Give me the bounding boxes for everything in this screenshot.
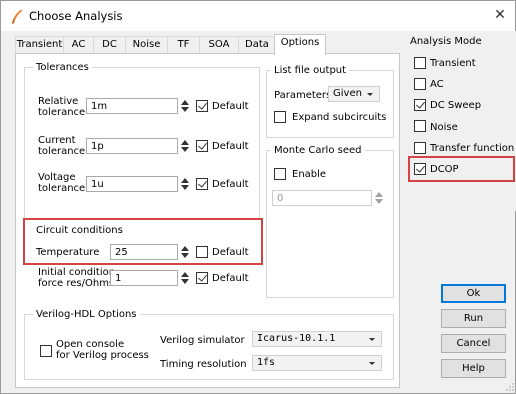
tab-soa[interactable]: SOA (199, 36, 239, 54)
monte-carlo-seed-title: Monte Carlo seed (271, 145, 365, 156)
timing-resolution-label: Timing resolution (160, 359, 247, 370)
open-console-label-line1: Open console (56, 339, 125, 350)
temperature-label: Temperature (36, 247, 100, 258)
chevron-down-icon (367, 93, 373, 96)
timing-resolution-value: 1fs (257, 357, 276, 368)
title-bar: Choose Analysis ✕ (1, 1, 515, 31)
verilog-simulator-dropdown[interactable]: Icarus-10.1.1 (252, 331, 382, 347)
run-button[interactable]: Run (441, 309, 506, 328)
initial-condition-input[interactable] (110, 270, 178, 286)
mode-dc-sweep-checkbox[interactable] (414, 99, 426, 111)
tab-ac[interactable]: AC (63, 36, 94, 54)
initial-condition-label-line1: Initial condition (38, 267, 116, 278)
current-tolerance-default-label: Default (212, 141, 249, 152)
temperature-spinner[interactable] (180, 244, 190, 260)
list-file-output-title: List file output (271, 65, 350, 76)
parameters-dropdown[interactable]: Given (328, 86, 380, 102)
expand-subcircuits-checkbox[interactable] (274, 111, 286, 123)
tab-options[interactable]: Options (274, 34, 326, 55)
mode-noise-checkbox[interactable] (414, 120, 426, 132)
initial-condition-label-line2: force res/Ohms (38, 278, 115, 289)
cancel-button[interactable]: Cancel (441, 334, 506, 353)
timing-resolution-dropdown[interactable]: 1fs (252, 355, 382, 371)
mode-dc-sweep-label: DC Sweep (430, 100, 482, 111)
voltage-tolerance-default-label: Default (212, 179, 249, 190)
verilog-simulator-label: Verilog simulator (160, 335, 245, 346)
tolerances-group-title: Tolerances (33, 62, 92, 73)
mode-transfer-function-checkbox[interactable] (414, 142, 426, 154)
feather-pen-icon (11, 9, 23, 24)
current-tolerance-label-line2: tolerance (38, 146, 86, 157)
voltage-tolerance-label-line2: tolerance (38, 183, 86, 194)
tab-tf[interactable]: TF (167, 36, 200, 54)
voltage-tolerance-spinner[interactable] (180, 176, 190, 192)
relative-tolerance-default-label: Default (212, 101, 249, 112)
mode-ac-label: AC (430, 79, 444, 90)
voltage-tolerance-default-checkbox[interactable] (196, 178, 208, 190)
list-file-output-group: List file output (266, 65, 394, 138)
open-console-checkbox[interactable] (40, 345, 52, 357)
parameters-label: Parameters (274, 90, 332, 101)
temperature-default-label: Default (212, 247, 249, 258)
mode-transient-label: Transient (430, 58, 476, 69)
mode-dcop-label: DCOP (430, 164, 459, 175)
relative-tolerance-spinner[interactable] (180, 98, 190, 114)
window-title: Choose Analysis (29, 9, 123, 23)
close-icon[interactable]: ✕ (491, 6, 509, 24)
initial-condition-spinner[interactable] (180, 270, 190, 286)
monte-carlo-enable-checkbox[interactable] (274, 168, 286, 180)
tab-noise[interactable]: Noise (125, 36, 168, 54)
mode-dcop-checkbox[interactable] (414, 163, 426, 175)
chevron-down-icon (369, 362, 375, 365)
parameters-dropdown-value: Given (333, 88, 362, 99)
mode-noise-label: Noise (430, 122, 458, 133)
current-tolerance-spinner[interactable] (180, 138, 190, 154)
tab-dc[interactable]: DC (93, 36, 126, 54)
relative-tolerance-default-checkbox[interactable] (196, 100, 208, 112)
current-tolerance-default-checkbox[interactable] (196, 140, 208, 152)
verilog-hdl-options-title: Verilog-HDL Options (33, 309, 140, 320)
initial-condition-default-label: Default (212, 273, 249, 284)
voltage-tolerance-label-line1: Voltage (38, 172, 76, 183)
tab-data[interactable]: Data (238, 36, 276, 54)
tab-transient[interactable]: Transient (15, 36, 64, 54)
relative-tolerance-label-line1: Relative (38, 96, 79, 107)
mode-transient-checkbox[interactable] (414, 57, 426, 69)
mode-ac-checkbox[interactable] (414, 78, 426, 90)
chevron-down-icon (369, 338, 375, 341)
analysis-mode-title: Analysis Mode (410, 36, 482, 47)
voltage-tolerance-input[interactable] (86, 176, 178, 192)
expand-subcircuits-label: Expand subcircuits (292, 112, 387, 123)
initial-condition-default-checkbox[interactable] (196, 272, 208, 284)
open-console-label-line2: for Verilog process (56, 350, 149, 361)
options-tab-panel: Tolerances Relative tolerance Default Cu… (15, 53, 400, 388)
current-tolerance-input[interactable] (86, 138, 178, 154)
temperature-input[interactable] (110, 244, 178, 260)
circuit-conditions-title: Circuit conditions (36, 225, 123, 236)
monte-carlo-seed-input[interactable] (272, 190, 372, 206)
current-tolerance-label-line1: Current (38, 135, 76, 146)
verilog-simulator-value: Icarus-10.1.1 (257, 333, 336, 344)
relative-tolerance-input[interactable] (86, 98, 178, 114)
monte-carlo-enable-label: Enable (292, 169, 327, 180)
resize-grip-icon[interactable] (506, 383, 514, 391)
choose-analysis-dialog: Choose Analysis ✕ Transient AC DC Noise … (0, 0, 516, 394)
mode-transfer-function-label: Transfer function (430, 143, 515, 154)
relative-tolerance-label-line2: tolerance (38, 107, 86, 118)
temperature-default-checkbox[interactable] (196, 246, 208, 258)
monte-carlo-seed-spinner[interactable] (374, 190, 384, 206)
help-button[interactable]: Help (441, 359, 506, 378)
ok-button[interactable]: Ok (441, 284, 506, 303)
